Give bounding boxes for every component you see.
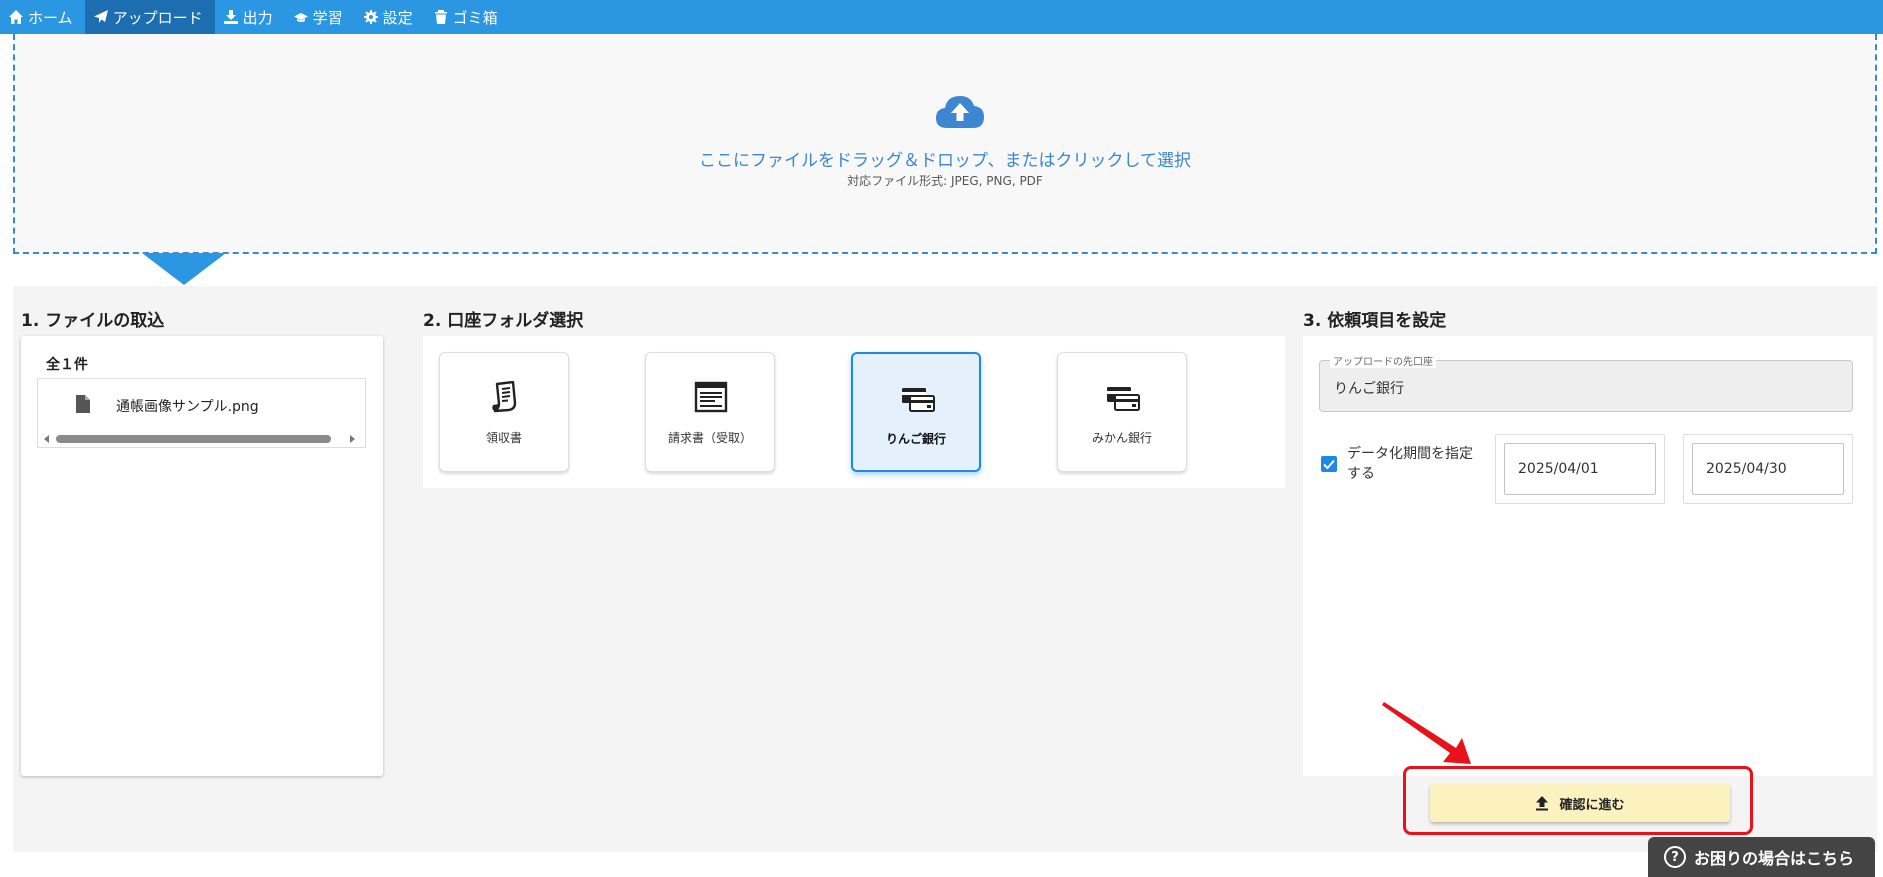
- download-icon: [223, 9, 239, 25]
- horizontal-scrollbar[interactable]: [40, 431, 363, 445]
- cloud-upload-icon: [936, 96, 984, 128]
- dropzone-instruction: ここにファイルをドラッグ＆ドロップ、またはクリックして選択: [699, 151, 1191, 171]
- destination-account-label: アップロードの先口座: [1330, 353, 1436, 368]
- upload-icon: [1536, 796, 1549, 811]
- checkmark-icon: [1323, 459, 1335, 470]
- red-annotation-arrow: [1382, 702, 1471, 764]
- scroll-left-icon[interactable]: [44, 435, 49, 443]
- gear-icon: [363, 9, 379, 25]
- folder-receipt[interactable]: 領収書: [439, 352, 569, 472]
- destination-account-value: りんご銀行: [1334, 381, 1404, 397]
- nav-learn-label: 学習: [312, 8, 343, 27]
- nav-home-label: ホーム: [28, 8, 73, 27]
- graduation-cap-icon: [293, 9, 309, 25]
- invoice-icon: [694, 381, 728, 413]
- folder-invoice[interactable]: 請求書（受取）: [645, 352, 775, 472]
- question-icon: ?: [1664, 846, 1686, 868]
- start-date-box: [1495, 434, 1665, 504]
- step-pointer-arrow: [142, 253, 226, 285]
- file-drop-zone[interactable]: ここにファイルをドラッグ＆ドロップ、またはクリックして選択 対応ファイル形式: …: [13, 34, 1877, 254]
- nav-export[interactable]: 出力: [215, 0, 285, 34]
- nav-export-label: 出力: [242, 8, 273, 27]
- folder-label: りんご銀行: [885, 432, 946, 446]
- dropzone-file-types: 対応ファイル形式: JPEG, PNG, PDF: [847, 174, 1043, 188]
- nav-upload[interactable]: アップロード: [84, 0, 215, 34]
- file-icon: [76, 395, 90, 413]
- confirm-button[interactable]: 確認に進む: [1430, 784, 1730, 822]
- period-checkbox-label: データ化期間を指定する: [1347, 446, 1473, 482]
- folder-label: 請求書（受取）: [667, 431, 752, 445]
- folder-selector: 領収書 請求書（受取） りんご銀行 みかん銀行: [423, 336, 1285, 488]
- step3-title: 3. 依頼項目を設定: [1303, 311, 1447, 331]
- help-button[interactable]: ? お困りの場合はこちら: [1648, 837, 1875, 877]
- help-button-label: お困りの場合はこちら: [1694, 849, 1855, 868]
- send-icon: [93, 9, 109, 25]
- trash-icon: [433, 9, 449, 25]
- file-list-card: 全１件 通帳画像サンプル.png: [21, 336, 383, 776]
- start-date-input[interactable]: [1504, 443, 1656, 495]
- nav-settings[interactable]: 設定: [355, 0, 425, 34]
- folder-label: 領収書: [485, 431, 522, 445]
- nav-settings-label: 設定: [382, 8, 413, 27]
- nav-upload-label: アップロード: [112, 8, 203, 27]
- folder-label: みかん銀行: [1091, 431, 1152, 445]
- nav-learn[interactable]: 学習: [285, 0, 355, 34]
- folder-ringo-bank[interactable]: りんご銀行: [851, 352, 981, 472]
- top-navigation: ホーム アップロード 出力 学習 設定 ゴミ箱: [0, 0, 1883, 34]
- file-list: 通帳画像サンプル.png: [37, 378, 366, 448]
- nav-trash[interactable]: ゴミ箱: [425, 0, 510, 34]
- destination-account-field: アップロードの先口座 りんご銀行: [1319, 353, 1853, 412]
- folder-mikan-bank[interactable]: みかん銀行: [1057, 352, 1187, 472]
- nav-home[interactable]: ホーム: [0, 0, 85, 34]
- end-date-input[interactable]: [1692, 443, 1844, 495]
- receipt-icon: [492, 381, 517, 413]
- bank-cards-icon: [1107, 387, 1140, 411]
- home-icon: [8, 9, 24, 25]
- confirm-button-label: 確認に進む: [1559, 797, 1625, 813]
- end-date-box: [1683, 434, 1853, 504]
- scroll-right-icon[interactable]: [350, 435, 355, 443]
- step2-title: 2. 口座フォルダ選択: [423, 311, 584, 331]
- period-checkbox[interactable]: [1321, 456, 1337, 472]
- file-name: 通帳画像サンプル.png: [116, 399, 259, 415]
- file-count: 全１件: [46, 357, 88, 373]
- bank-cards-icon: [902, 388, 935, 412]
- nav-trash-label: ゴミ箱: [452, 8, 498, 27]
- step1-title: 1. ファイルの取込: [21, 311, 165, 331]
- scrollbar-thumb[interactable]: [56, 435, 331, 443]
